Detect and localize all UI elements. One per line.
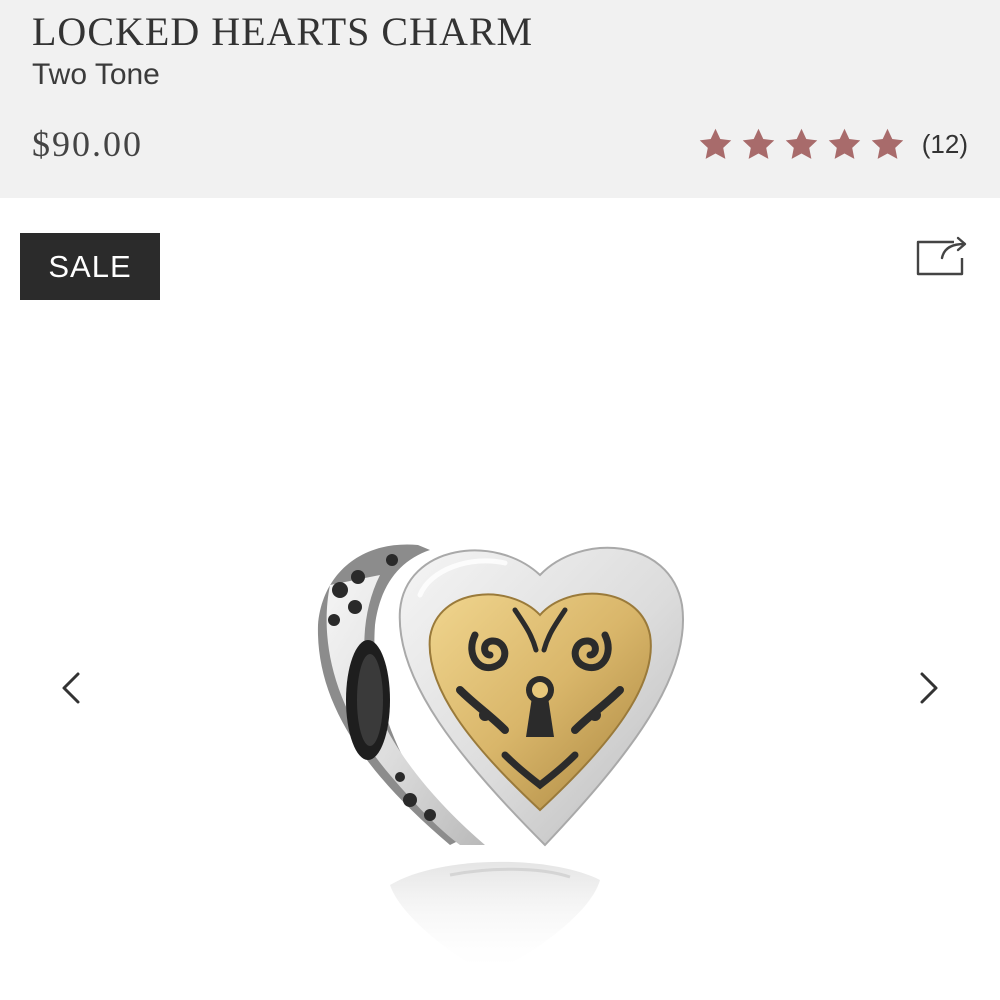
sale-badge: SALE <box>20 233 160 300</box>
chevron-right-icon[interactable] <box>908 664 948 712</box>
share-icon[interactable] <box>914 236 968 278</box>
star-icon <box>828 128 860 159</box>
product-page: LOCKED HEARTS CHARM Two Tone $90.00 (12)… <box>0 0 1000 1000</box>
product-header: LOCKED HEARTS CHARM Two Tone $90.00 (12) <box>0 0 1000 198</box>
product-rating[interactable]: (12) <box>697 126 968 163</box>
star-icon <box>742 128 774 159</box>
star-icon <box>871 128 903 159</box>
chevron-left-icon[interactable] <box>52 664 92 712</box>
heart-charm-image[interactable] <box>300 515 700 985</box>
star-icon <box>785 128 817 159</box>
product-title: LOCKED HEARTS CHARM <box>32 9 534 54</box>
product-variant: Two Tone <box>32 58 160 91</box>
review-count[interactable]: (12) <box>922 129 968 160</box>
star-icon <box>699 128 731 159</box>
product-price: $90.00 <box>32 124 143 164</box>
